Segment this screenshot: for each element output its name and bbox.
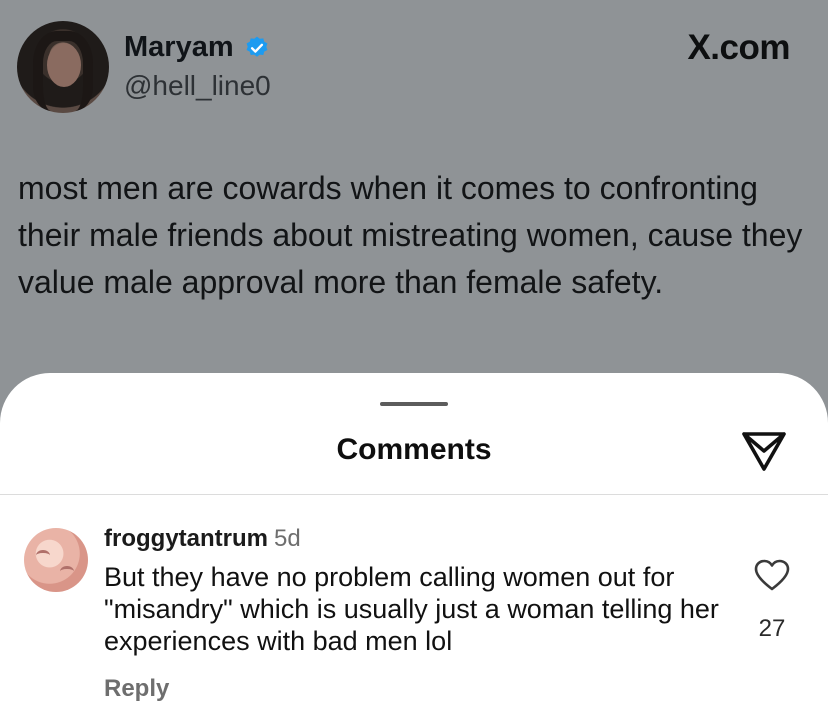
comment-text: But they have no problem calling women o… bbox=[104, 562, 719, 656]
commenter-avatar[interactable] bbox=[24, 528, 88, 592]
source-label: X.com bbox=[687, 28, 790, 67]
like-count: 27 bbox=[758, 615, 786, 642]
verified-badge-icon bbox=[246, 36, 268, 57]
author-name-row: Maryam bbox=[124, 31, 270, 64]
author-avatar[interactable] bbox=[17, 21, 109, 113]
author-name[interactable]: Maryam bbox=[124, 31, 234, 64]
sheet-title: Comments bbox=[336, 433, 492, 466]
tweet-text: most men are cowards when it comes to co… bbox=[18, 170, 803, 300]
send-icon[interactable] bbox=[740, 429, 788, 473]
comment-timestamp: 5d bbox=[274, 525, 301, 552]
comment-header: froggytantrum 5d bbox=[104, 525, 301, 553]
tweet-card: Maryam @hell_line0 X.com most men are co… bbox=[0, 0, 828, 380]
reply-button[interactable]: Reply bbox=[104, 675, 169, 703]
comment-item: froggytantrum 5d But they have no problem… bbox=[0, 495, 828, 704]
sheet-drag-handle[interactable] bbox=[380, 402, 448, 406]
comments-sheet: Comments froggytantrum 5d But they have n… bbox=[0, 373, 828, 704]
heart-icon[interactable] bbox=[754, 559, 790, 592]
comment-username[interactable]: froggytantrum bbox=[104, 525, 268, 552]
author-handle[interactable]: @hell_line0 bbox=[124, 70, 271, 102]
